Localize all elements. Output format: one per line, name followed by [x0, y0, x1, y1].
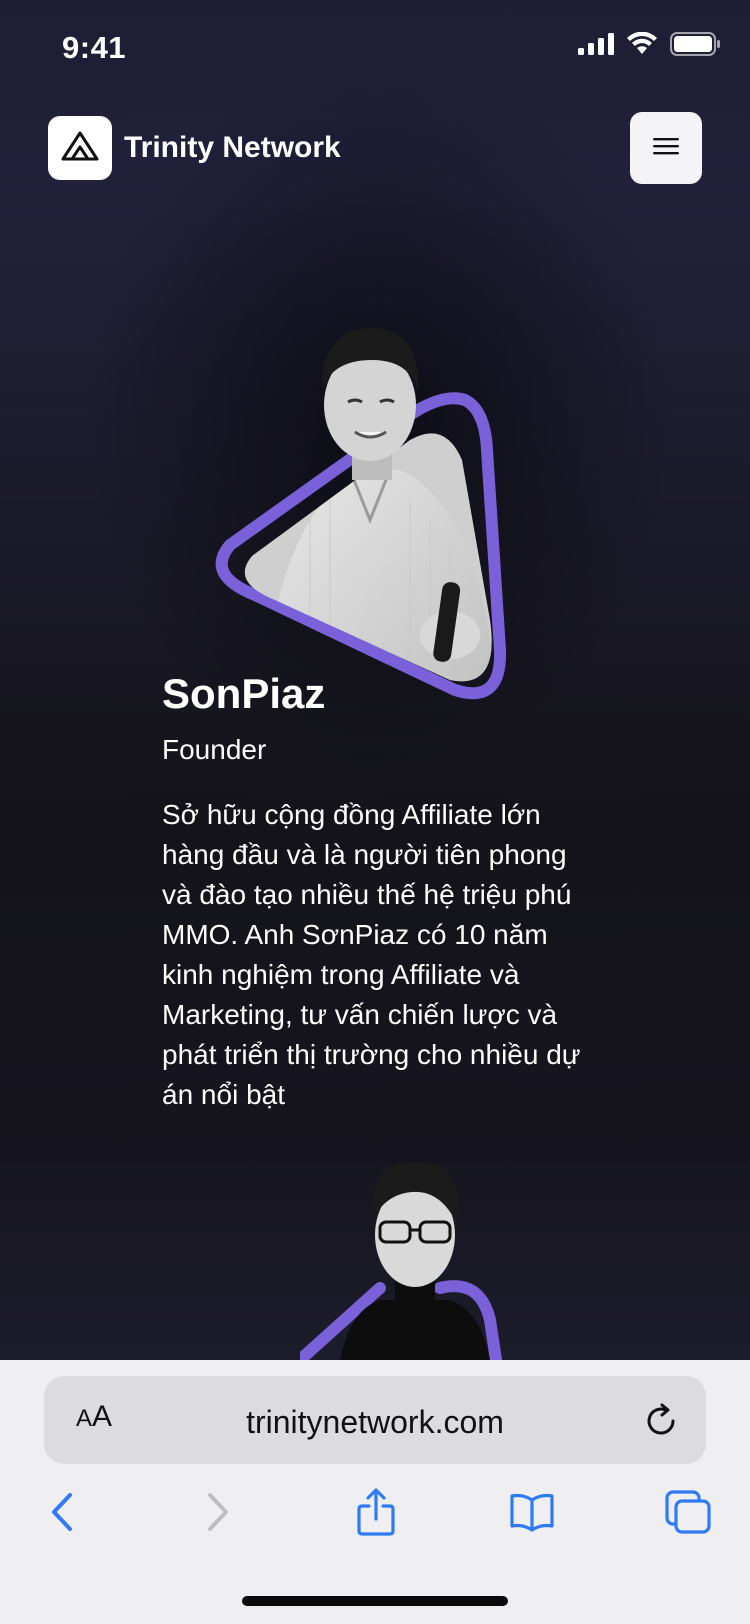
- tabs-button[interactable]: [664, 1489, 712, 1540]
- home-indicator: [242, 1596, 508, 1606]
- member-name: SonPiaz: [162, 670, 326, 717]
- trinity-triangle-logo-icon: [61, 131, 99, 166]
- book-icon: [509, 1492, 555, 1537]
- hamburger-menu-icon: [653, 136, 679, 161]
- brand-logo[interactable]: [48, 116, 112, 180]
- share-icon: [356, 1487, 396, 1541]
- wifi-icon: [626, 31, 658, 61]
- menu-button[interactable]: [630, 112, 702, 184]
- share-button[interactable]: [352, 1487, 400, 1541]
- brand-name[interactable]: Trinity Network: [124, 131, 341, 165]
- forward-button[interactable]: [194, 1490, 242, 1538]
- status-time: 9:41: [62, 30, 127, 65]
- back-button[interactable]: [38, 1490, 86, 1538]
- reload-icon: [642, 1403, 680, 1444]
- tabs-icon: [664, 1489, 712, 1540]
- team-member-portrait: [300, 1160, 540, 1360]
- battery-icon: [670, 32, 722, 61]
- chevron-right-icon: [204, 1491, 232, 1538]
- cellular-signal-icon: [578, 33, 614, 60]
- member-bio: Sở hữu cộng đồng Affiliate lớn hàng đầu …: [162, 799, 581, 1110]
- url-text[interactable]: trinitynetwork.com: [0, 1404, 750, 1441]
- reload-button[interactable]: [642, 1402, 680, 1440]
- status-icons: [578, 31, 722, 61]
- member-role: Founder: [162, 734, 267, 765]
- bookmarks-button[interactable]: [508, 1490, 556, 1538]
- chevron-left-icon: [48, 1491, 76, 1538]
